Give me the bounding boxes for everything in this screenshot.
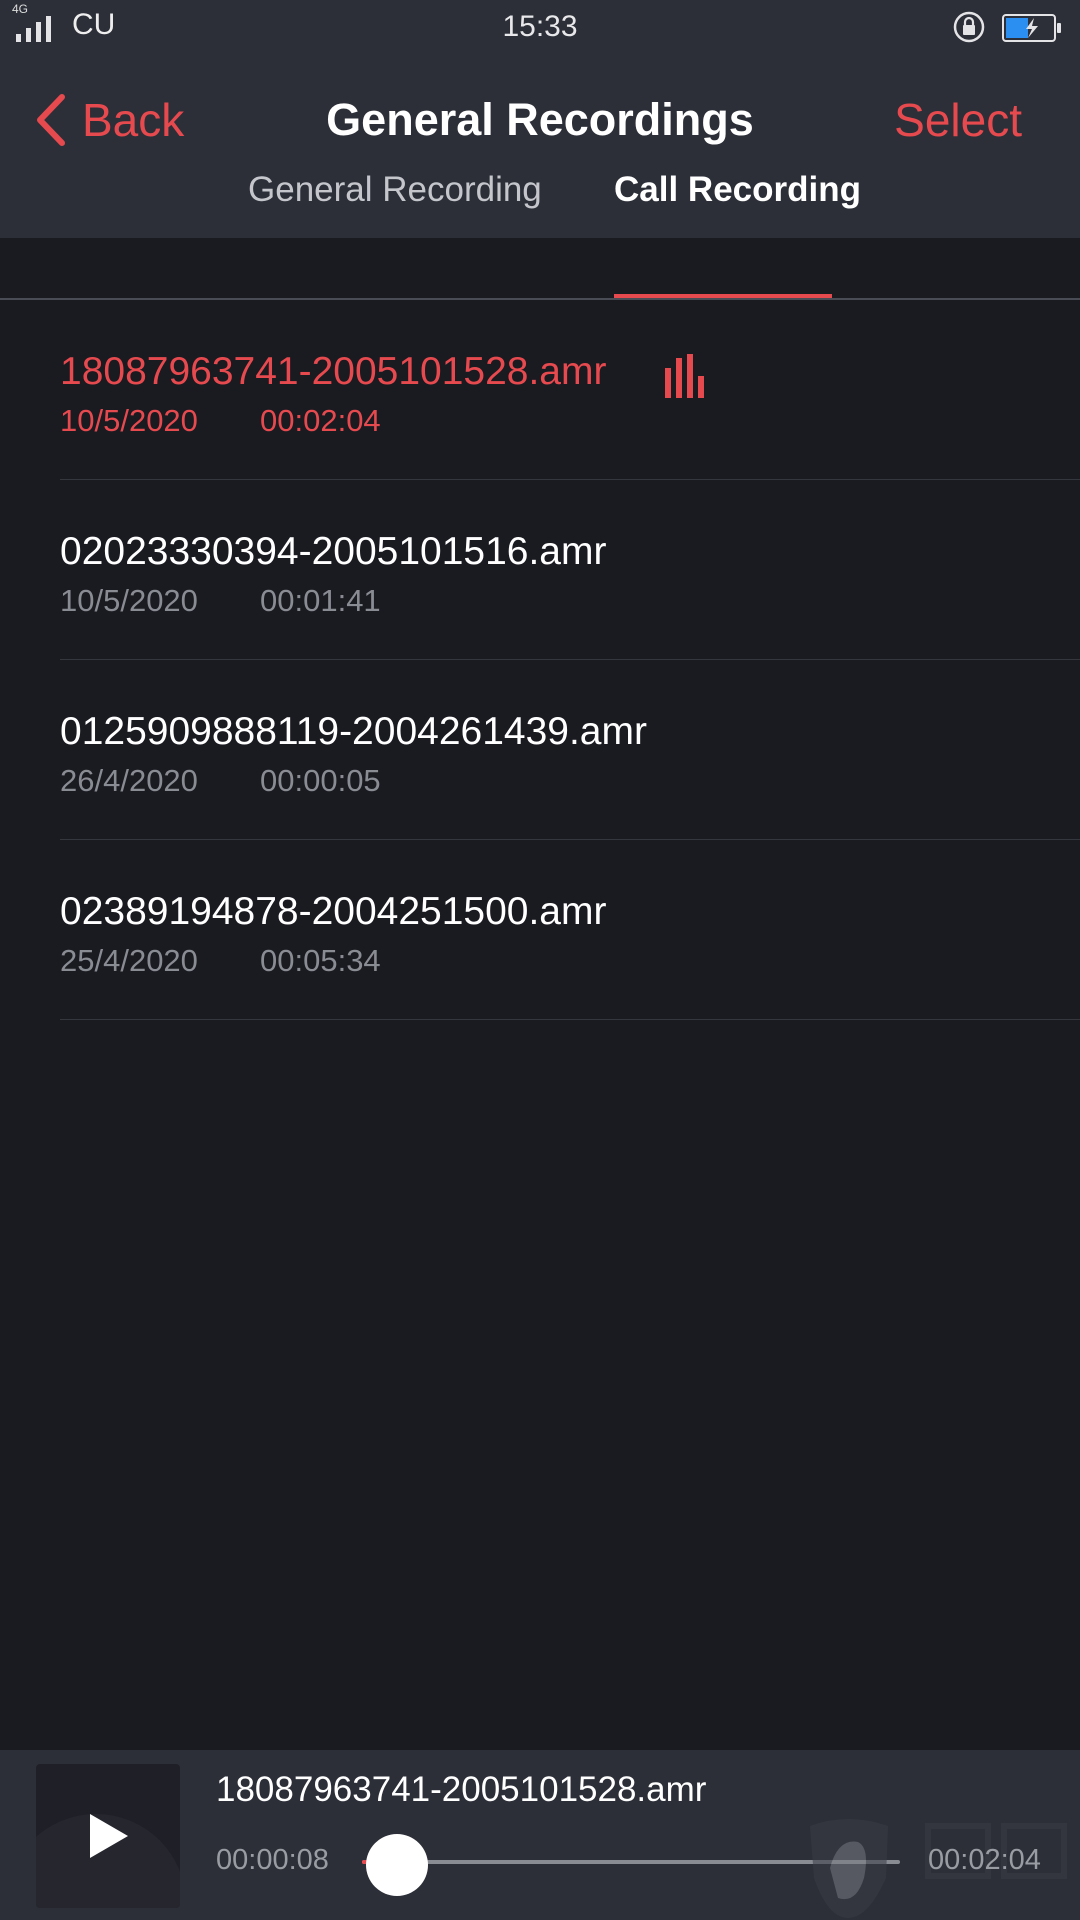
list-item[interactable]: 18087963741-2005101528.amr 10/5/2020 00:… — [0, 300, 1080, 480]
playing-equalizer-icon — [665, 354, 704, 398]
recording-duration: 00:05:34 — [260, 943, 381, 978]
divider — [60, 1019, 1080, 1020]
list-item[interactable]: 0125909888119-2004261439.amr 26/4/2020 0… — [0, 660, 1080, 840]
list-item[interactable]: 02023330394-2005101516.amr 10/5/2020 00:… — [0, 480, 1080, 660]
play-icon — [90, 1814, 128, 1858]
battery-icon — [1002, 14, 1061, 42]
recording-name: 02389194878-2004251500.amr — [60, 890, 607, 933]
status-bar: 4G CU 15:33 — [0, 0, 1080, 60]
recording-duration: 00:01:41 — [260, 583, 381, 618]
seek-thumb[interactable] — [366, 1834, 428, 1896]
tab-call-recording[interactable]: Call Recording — [614, 155, 861, 225]
status-time: 15:33 — [502, 10, 578, 43]
player-track-name: 18087963741-2005101528.amr — [216, 1770, 707, 1809]
recording-name: 18087963741-2005101528.amr — [60, 350, 607, 393]
recording-date: 26/4/2020 — [60, 763, 198, 798]
mini-player: 18087963741-2005101528.amr 00:00:08 00:0… — [0, 1750, 1080, 1920]
recording-date: 25/4/2020 — [60, 943, 198, 978]
recording-date: 10/5/2020 — [60, 403, 198, 438]
play-button[interactable] — [36, 1764, 180, 1908]
recorder-app: 4G CU 15:33 Back General Recordings Sele… — [0, 0, 1080, 1920]
recording-name: 0125909888119-2004261439.amr — [60, 710, 647, 753]
player-total-time: 00:02:04 — [928, 1844, 1041, 1876]
recording-list: 18087963741-2005101528.amr 10/5/2020 00:… — [0, 300, 1080, 1020]
recording-name: 02023330394-2005101516.amr — [60, 530, 607, 573]
recording-duration: 00:02:04 — [260, 403, 381, 438]
recording-duration: 00:00:05 — [260, 763, 381, 798]
recording-date: 10/5/2020 — [60, 583, 198, 618]
rotation-lock-icon — [953, 11, 985, 43]
player-current-time: 00:00:08 — [216, 1844, 329, 1876]
select-button[interactable]: Select — [894, 90, 1022, 150]
list-item[interactable]: 02389194878-2004251500.amr 25/4/2020 00:… — [0, 840, 1080, 1020]
tab-general-recording[interactable]: General Recording — [248, 155, 542, 225]
